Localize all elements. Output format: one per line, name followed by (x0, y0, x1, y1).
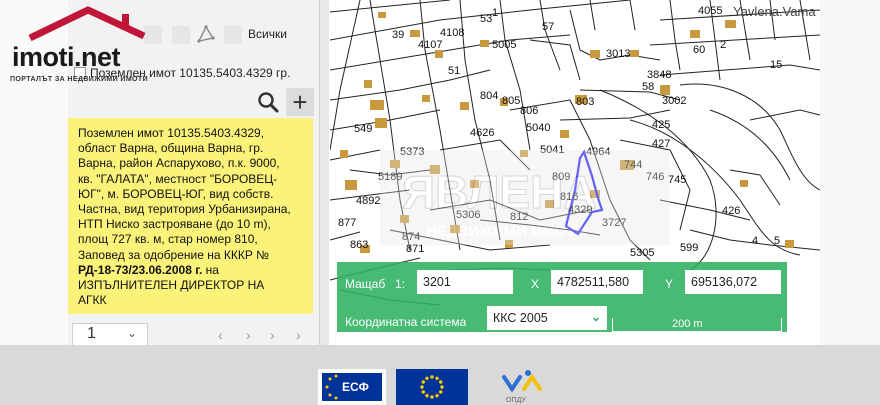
info-line: ЮГ", м. БОРОВЕЦ-ЮГ, вид собств. (78, 186, 274, 201)
svg-text:863: 863 (350, 239, 368, 251)
agency-watermark: ЯВЛЕНА НЕДВИЖИМИ ИМОТИ (380, 150, 670, 245)
x-coordinate-input[interactable]: 4782511,580 (551, 270, 643, 294)
esf-logo: ЕСФ (318, 369, 386, 405)
info-line: област Варна, община Варна, гр. (78, 141, 264, 156)
plus-icon: + (292, 87, 308, 117)
info-line: НТП Ниско застрояване (до 10 m), (78, 217, 271, 232)
crs-select[interactable]: ККС 2005 ⌄ (487, 306, 607, 330)
opdu-logo: ОПДУ (498, 369, 558, 405)
svg-text:599: 599 (680, 242, 698, 254)
page-select[interactable]: 1 ⌄ (72, 323, 148, 347)
map-right-strip (820, 0, 880, 345)
svg-text:804: 804 (480, 90, 498, 102)
page-select-value: 1 (87, 325, 96, 342)
svg-text:57: 57 (542, 21, 554, 33)
esf-emblem-icon: ЕСФ (318, 369, 386, 405)
svg-text:5: 5 (774, 235, 780, 247)
esf-label: ЕСФ (342, 380, 369, 394)
svg-text:3848: 3848 (647, 69, 671, 81)
map-watermark-label: Yavlena.Vama (733, 4, 816, 19)
info-line: площ 727 кв. м, стар номер 810, (78, 232, 258, 247)
info-line: Частна, вид територия Урбанизирана, (78, 202, 291, 217)
info-line: Заповед за одобрение на КККР № (78, 247, 270, 262)
svg-text:877: 877 (338, 217, 356, 229)
svg-text:4626: 4626 (470, 127, 494, 139)
order-number: РД-18-73/23.06.2008 г. (78, 262, 203, 277)
info-line: РД-18-73/23.06.2008 г. на (78, 263, 303, 278)
eu-flag-logo (396, 369, 468, 405)
eu-stars-icon (420, 375, 444, 399)
svg-text:39: 39 (392, 29, 404, 41)
scale-prefix: 1: (395, 277, 406, 291)
svg-text:4892: 4892 (356, 195, 380, 207)
logo[interactable]: imoti.net ПОРТАЛЪТ ЗА НЕДВИЖИМИ ИМОТИ (8, 6, 178, 86)
svg-text:2: 2 (720, 39, 726, 51)
opdu-emblem-icon: ОПДУ (502, 370, 542, 404)
layers-label: Всички (248, 27, 287, 41)
add-button[interactable]: + (286, 88, 314, 116)
chevron-down-icon: ⌄ (590, 310, 601, 324)
scale-label: Мащаб (345, 277, 386, 291)
search-button[interactable] (256, 90, 280, 114)
brand-name: imoti.net (12, 42, 121, 72)
last-page-icon[interactable]: › (270, 327, 275, 343)
scale-input[interactable]: 3201 (417, 270, 513, 294)
layers-checkbox[interactable] (224, 26, 242, 44)
plot-info-panel: Поземлен имот 10135.5403.4329, област Ва… (68, 118, 313, 314)
svg-text:3002: 3002 (662, 95, 686, 107)
svg-text:4055: 4055 (698, 5, 722, 17)
svg-text:58: 58 (642, 81, 654, 93)
footer: ЕСФ ОПДУ (0, 345, 880, 405)
info-line: Варна, район Аспарухово, п.к. 9000, (78, 156, 280, 171)
svg-text:60: 60 (693, 44, 705, 56)
info-line: АГКК (78, 293, 107, 308)
x-label: X (531, 277, 540, 291)
svg-text:4: 4 (752, 235, 758, 247)
svg-text:805: 805 (502, 95, 520, 107)
svg-text:53: 53 (480, 13, 492, 25)
svg-text:806: 806 (520, 105, 538, 117)
next-page-icon[interactable]: › (246, 327, 251, 343)
house-roof-icon (28, 6, 146, 42)
measure-area-icon[interactable] (196, 24, 216, 49)
svg-text:15: 15 (770, 59, 782, 71)
svg-text:803: 803 (576, 96, 594, 108)
info-line: ИЗПЪЛНИТЕЛЕН ДИРЕКТОР НА (78, 278, 265, 293)
svg-text:4107: 4107 (418, 39, 442, 51)
svg-text:51: 51 (448, 65, 460, 77)
svg-text:4108: 4108 (440, 27, 464, 39)
y-coordinate-input[interactable]: 695136,072 (685, 270, 781, 294)
crs-select-value: ККС 2005 (493, 311, 548, 325)
panel-divider[interactable] (319, 0, 329, 345)
svg-text:3013: 3013 (606, 48, 630, 60)
svg-text:427: 427 (652, 138, 670, 150)
info-line: кв. "ГАЛАТА", местност "БОРОВЕЦ- (78, 171, 278, 186)
info-line: Поземлен имот 10135.5403.4329, (78, 126, 265, 140)
svg-text:5005: 5005 (492, 39, 516, 51)
prev-page-icon[interactable]: ‹ (218, 327, 223, 343)
svg-text:1: 1 (492, 7, 498, 19)
opdu-label: ОПДУ (506, 397, 526, 404)
search-icon (258, 92, 279, 113)
svg-text:549: 549 (354, 123, 372, 135)
end-page-icon[interactable]: › (296, 327, 301, 343)
brand-tagline: ПОРТАЛЪТ ЗА НЕДВИЖИМИ ИМОТИ (10, 76, 149, 83)
svg-text:5305: 5305 (630, 247, 654, 259)
order-suffix: на (202, 262, 219, 277)
chevron-down-icon: ⌄ (126, 326, 137, 340)
watermark-main: ЯВЛЕНА (402, 166, 597, 218)
scale-bar-label: 200 m (672, 318, 703, 330)
svg-text:426: 426 (722, 205, 740, 217)
svg-text:745: 745 (668, 174, 686, 186)
svg-text:5040: 5040 (526, 122, 550, 134)
watermark-sub: НЕДВИЖИМИ ИМОТИ (426, 223, 586, 240)
y-label: Y (665, 277, 674, 291)
svg-text:425: 425 (652, 119, 670, 131)
crs-label: Координатна система (345, 315, 467, 329)
